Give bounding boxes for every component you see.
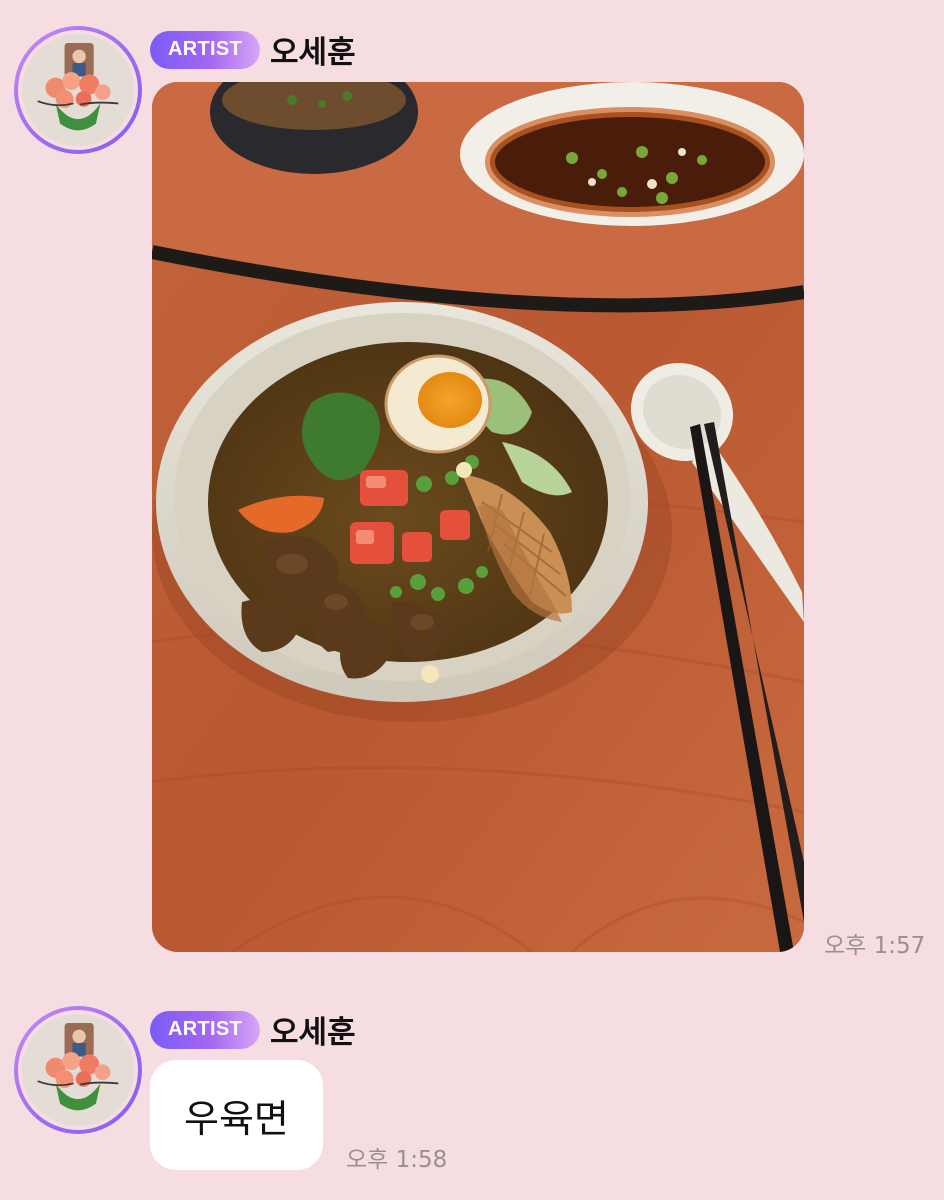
- avatar-bouquet-image: [22, 1014, 134, 1126]
- timestamp: 오후 1:58: [346, 1147, 448, 1173]
- message-bubble[interactable]: 우육면: [150, 1060, 323, 1170]
- sender-name[interactable]: 오세훈: [270, 1007, 356, 1052]
- avatar[interactable]: [14, 1006, 142, 1134]
- chat-message-text: ARTIST 오세훈 우육면 오후 1:58: [0, 0, 944, 1200]
- artist-badge: ARTIST: [150, 1010, 261, 1049]
- avatar-ring: [18, 1010, 138, 1130]
- sender-row: ARTIST 오세훈: [150, 1007, 356, 1052]
